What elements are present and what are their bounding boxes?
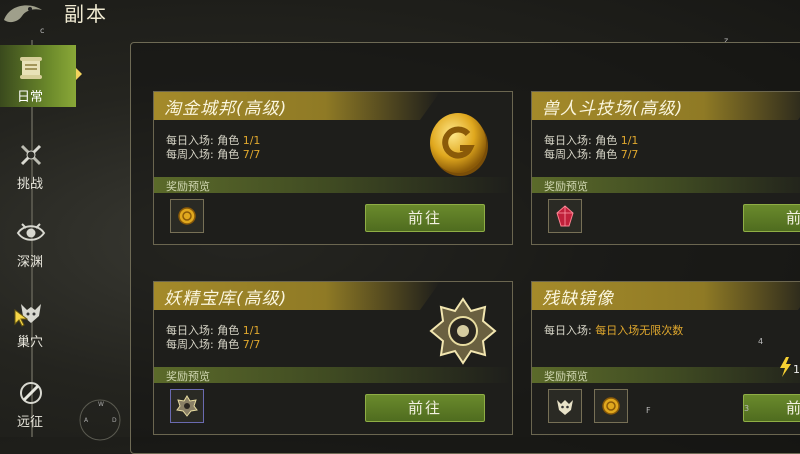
reward-slot[interactable]: [548, 389, 582, 423]
reward-slot[interactable]: [170, 199, 204, 233]
go-button[interactable]: 前往: [743, 204, 800, 232]
sidebar-item-label: 远征: [16, 415, 43, 430]
reward-preview-label: 奖励预览: [166, 180, 210, 193]
reward-slot[interactable]: [594, 389, 628, 423]
dungeon-card-broken-mirror[interactable]: 残缺镜像 每日入场: 每日入场无限次数 奖励预览 前往: [531, 281, 800, 435]
dungeon-card-orc-arena[interactable]: 兽人斗技场(高级) 每日入场: 角色 1/1 每周入场: 角色 7/7 奖励预览…: [531, 91, 800, 245]
mark: 4: [758, 337, 764, 346]
sidebar-item-label: 挑战: [16, 177, 43, 192]
card-title: 兽人斗技场(高级): [542, 99, 684, 119]
reward-slot[interactable]: [548, 199, 582, 233]
sidebar-item-lair[interactable]: 巢穴: [0, 290, 76, 352]
reward-preview-label: 奖励预览: [166, 370, 210, 383]
sidebar-item-label: 日常: [16, 90, 43, 105]
sidebar-item-daily[interactable]: 日常: [0, 45, 82, 107]
corner-letter: c: [40, 26, 45, 35]
sidebar-item-expedition[interactable]: 远征: [0, 370, 76, 432]
go-button[interactable]: 前往: [743, 394, 800, 422]
gold-coin-icon: [602, 397, 620, 415]
card-title: 淘金城邦(高级): [164, 99, 288, 119]
skull-emblem-icon: [557, 400, 573, 415]
eye-icon: [16, 223, 46, 241]
cursor-pointer-icon: [14, 309, 28, 327]
daily-entry-line: 每日入场: 每日入场无限次数: [544, 324, 684, 337]
mark: F: [646, 406, 651, 415]
red-gem-icon: [556, 205, 574, 227]
gold-coin-art-icon: [430, 113, 488, 176]
go-button[interactable]: 前往: [365, 394, 485, 422]
weekly-entry-line: 每周入场: 角色 7/7: [166, 148, 261, 161]
sidebar-item-challenge[interactable]: 挑战: [0, 132, 76, 194]
scroll-icon: [20, 57, 42, 79]
reward-preview-label: 奖励预览: [544, 180, 588, 193]
page-title: 副本: [64, 2, 108, 26]
gear-emblem-icon: [176, 395, 198, 417]
swords-icon: [20, 144, 42, 166]
gear-emblem-art-icon: [429, 297, 497, 365]
sidebar-item-label: 巢穴: [16, 335, 43, 350]
sidebar-item-label: 深渊: [16, 255, 43, 270]
go-button[interactable]: 前往: [365, 204, 485, 232]
header: 副本 c z: [0, 0, 800, 45]
svg-text:A: A: [84, 417, 89, 424]
weekly-entry-line: 每周入场: 角色 7/7: [544, 148, 639, 161]
weekly-entry-line: 每周入场: 角色 7/7: [166, 338, 261, 351]
sidebar: 日常 挑战 深渊 巢穴 远征: [0, 40, 82, 437]
reward-slot[interactable]: [170, 389, 204, 423]
energy-count: 1: [793, 363, 800, 376]
svg-text:D: D: [112, 417, 117, 424]
gold-coin-icon: [178, 207, 196, 225]
svg-text:W: W: [98, 401, 104, 408]
dungeon-card-fairy-vault[interactable]: 妖精宝库(高级) 每日入场: 角色 1/1 每周入场: 角色 7/7 奖励预览 …: [153, 281, 513, 435]
dungeon-card-gold-city[interactable]: 淘金城邦(高级) 每日入场: 角色 1/1 每周入场: 角色 7/7 奖励预览 …: [153, 91, 513, 245]
sword-shield-icon: [20, 382, 42, 404]
reward-preview-label: 奖励预览: [544, 370, 588, 383]
mark: 3: [744, 404, 750, 413]
sidebar-item-abyss[interactable]: 深渊: [0, 210, 76, 272]
card-title: 妖精宝库(高级): [164, 289, 288, 309]
card-title: 残缺镜像: [542, 289, 614, 309]
